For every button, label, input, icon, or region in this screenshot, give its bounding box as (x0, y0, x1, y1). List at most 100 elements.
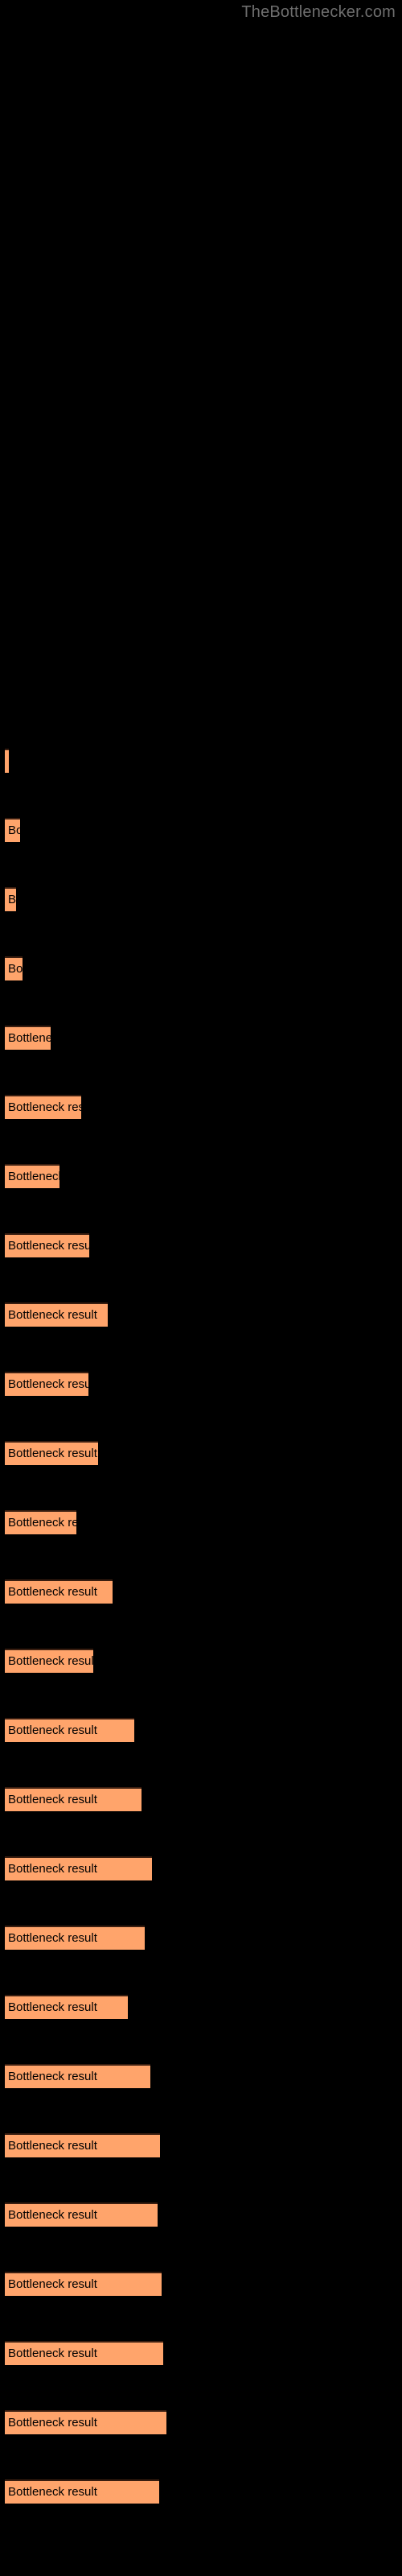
bar-label: Bottleneck result (8, 750, 9, 773)
bar-label: Bottleneck result (8, 2277, 97, 2291)
bar-label: Bottleneck result (8, 1100, 81, 1114)
chart-bar[interactable]: Bottleneck result (5, 1856, 152, 1880)
bar-clip: Bottleneck result (5, 2133, 160, 2157)
bar-clip: Bottleneck result (5, 1026, 51, 1050)
bar-row: Bottleneck result (0, 1510, 402, 1534)
chart-bar[interactable]: Bottleneck result (5, 1302, 108, 1327)
bar-row: Bottleneck result (0, 2202, 402, 2227)
chart-bar[interactable]: Bottleneck result (5, 749, 9, 773)
bar-label: Bottleneck result (8, 893, 16, 906)
chart-bar[interactable]: Bottleneck result (5, 887, 16, 911)
chart-bar[interactable]: Bottleneck result (5, 1441, 98, 1465)
bar-clip: Bottleneck result (5, 956, 23, 980)
chart-bar[interactable]: Bottleneck result (5, 1579, 113, 1604)
bar-row: Bottleneck result (0, 818, 402, 842)
chart-bar[interactable]: Bottleneck result (5, 1233, 89, 1257)
bar-row: Bottleneck result (0, 2133, 402, 2157)
bar-row: Bottleneck result (0, 749, 402, 773)
bar-clip: Bottleneck result (5, 2341, 163, 2365)
bar-clip: Bottleneck result (5, 1856, 152, 1880)
bar-clip: Bottleneck result (5, 2272, 162, 2296)
bar-clip: Bottleneck result (5, 2410, 166, 2434)
bar-label: Bottleneck result (8, 1516, 76, 1530)
bar-clip: Bottleneck result (5, 1302, 108, 1327)
bar-row: Bottleneck result (0, 2341, 402, 2365)
bar-clip: Bottleneck result (5, 1233, 89, 1257)
chart-bar[interactable]: Bottleneck result (5, 1787, 142, 1811)
bar-label: Bottleneck result (8, 1724, 97, 1737)
bar-label: Bottleneck result (8, 1654, 93, 1668)
bar-row: Bottleneck result (0, 2272, 402, 2296)
chart-bar[interactable]: Bottleneck result (5, 956, 23, 980)
chart-bar[interactable]: Bottleneck result (5, 2341, 163, 2365)
bar-clip: Bottleneck result (5, 1164, 59, 1188)
bar-clip: Bottleneck result (5, 2479, 159, 2504)
bar-row: Bottleneck result (0, 1718, 402, 1742)
bar-row: Bottleneck result (0, 1302, 402, 1327)
chart-bar[interactable]: Bottleneck result (5, 2410, 166, 2434)
bar-label: Bottleneck result (8, 1308, 97, 1322)
bar-label: Bottleneck result (8, 1793, 97, 1806)
chart-bar[interactable]: Bottleneck result (5, 1372, 88, 1396)
bar-clip: Bottleneck result (5, 1095, 81, 1119)
bar-clip: Bottleneck result (5, 818, 20, 842)
bar-chart-plot-area: Bottleneck result Bottleneck result Bottle… (0, 0, 402, 2576)
bar-row: Bottleneck result (0, 1995, 402, 2019)
chart-bar[interactable]: Bottleneck result (5, 1649, 93, 1673)
bar-label: Bottleneck result (8, 1585, 97, 1599)
bar-clip: Bottleneck result (5, 1441, 98, 1465)
bar-label: Bottleneck result (8, 2208, 97, 2222)
bar-label: Bottleneck result (8, 2000, 97, 2014)
bar-label: Bottleneck result (8, 1170, 59, 1183)
bar-row: Bottleneck result (0, 1372, 402, 1396)
bar-clip: Bottleneck result (5, 1510, 76, 1534)
bar-row: Bottleneck result (0, 2479, 402, 2504)
bar-row: Bottleneck result (0, 887, 402, 911)
bar-row: Bottleneck result (0, 1026, 402, 1050)
bar-row: Bottleneck result (0, 1856, 402, 1880)
bar-row: Bottleneck result (0, 1579, 402, 1604)
bar-label: Bottleneck result (8, 1447, 97, 1460)
chart-bar[interactable]: Bottleneck result (5, 2064, 150, 2088)
bar-label: Bottleneck result (8, 1862, 97, 1876)
bar-clip: Bottleneck result (5, 2064, 150, 2088)
bar-label: Bottleneck result (8, 1931, 97, 1945)
bar-row: Bottleneck result (0, 956, 402, 980)
bar-label: Bottleneck result (8, 1377, 88, 1391)
bar-label: Bottleneck result (8, 824, 20, 837)
chart-bar[interactable]: Bottleneck result (5, 1026, 51, 1050)
bar-label: Bottleneck result (8, 2416, 97, 2429)
bar-clip: Bottleneck result (5, 1579, 113, 1604)
bar-row: Bottleneck result (0, 1926, 402, 1950)
bar-row: Bottleneck result (0, 1441, 402, 1465)
bar-clip: Bottleneck result (5, 1787, 142, 1811)
chart-bar[interactable]: Bottleneck result (5, 818, 20, 842)
bar-label: Bottleneck result (8, 1239, 89, 1253)
bar-clip: Bottleneck result (5, 1718, 134, 1742)
chart-bar[interactable]: Bottleneck result (5, 1095, 81, 1119)
bar-clip: Bottleneck result (5, 1926, 145, 1950)
bar-clip: Bottleneck result (5, 1372, 88, 1396)
chart-bar[interactable]: Bottleneck result (5, 1995, 128, 2019)
bar-clip: Bottleneck result (5, 1649, 93, 1673)
bar-row: Bottleneck result (0, 2410, 402, 2434)
chart-bar[interactable]: Bottleneck result (5, 2202, 158, 2227)
chart-bar[interactable]: Bottleneck result (5, 1510, 76, 1534)
bar-clip: Bottleneck result (5, 2202, 158, 2227)
bar-label: Bottleneck result (8, 2070, 97, 2083)
bar-row: Bottleneck result (0, 2064, 402, 2088)
bar-label: Bottleneck result (8, 1031, 51, 1045)
bar-label: Bottleneck result (8, 2347, 97, 2360)
bar-clip: Bottleneck result (5, 749, 9, 773)
chart-bar[interactable]: Bottleneck result (5, 2479, 159, 2504)
bar-row: Bottleneck result (0, 1095, 402, 1119)
chart-bar[interactable]: Bottleneck result (5, 2133, 160, 2157)
chart-root: TheBottlenecker.com Bottleneck resultBot… (0, 0, 402, 2576)
chart-bar[interactable]: Bottleneck result (5, 1926, 145, 1950)
bar-clip: Bottleneck result (5, 1995, 128, 2019)
bar-row: Bottleneck result (0, 1787, 402, 1811)
bar-label: Bottleneck result (8, 962, 23, 976)
chart-bar[interactable]: Bottleneck result (5, 1164, 59, 1188)
chart-bar[interactable]: Bottleneck result (5, 1718, 134, 1742)
chart-bar[interactable]: Bottleneck result (5, 2272, 162, 2296)
